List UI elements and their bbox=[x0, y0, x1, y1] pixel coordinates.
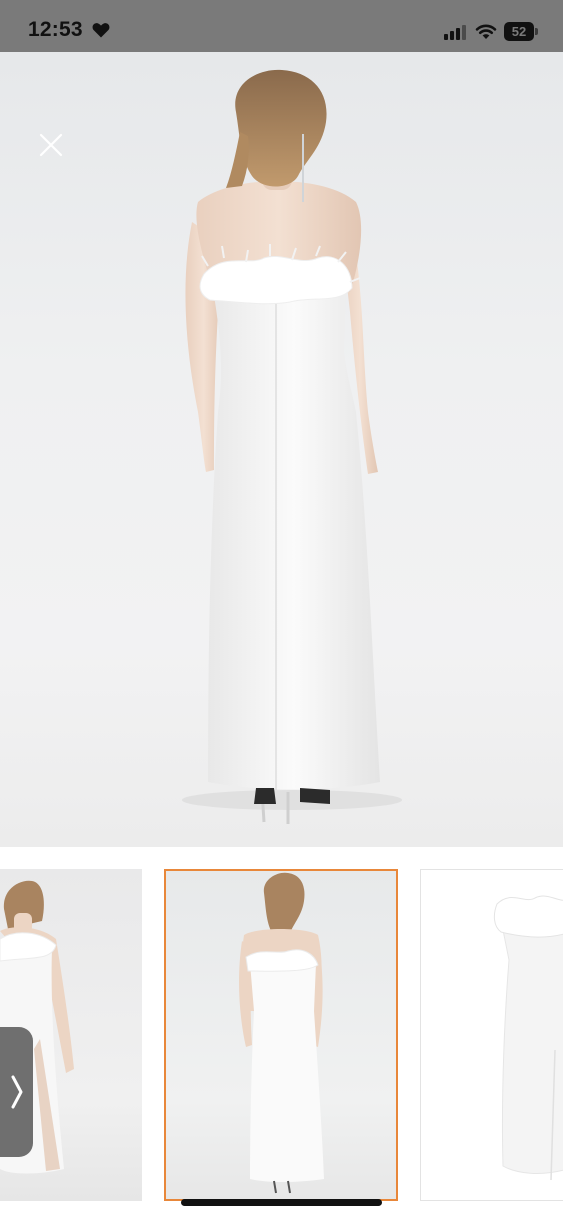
chevron-right-icon bbox=[11, 1075, 22, 1109]
close-icon[interactable] bbox=[38, 132, 64, 158]
home-indicator[interactable] bbox=[181, 1199, 382, 1206]
battery-level: 52 bbox=[504, 22, 534, 41]
thumbnail-back-view-selected[interactable] bbox=[164, 869, 398, 1201]
wifi-icon bbox=[475, 24, 497, 39]
cellular-signal-icon bbox=[444, 24, 466, 40]
status-time: 12:53 bbox=[28, 18, 83, 41]
thumbnail-image bbox=[239, 872, 324, 1194]
main-product-image[interactable] bbox=[0, 52, 563, 847]
thumbnail-strip bbox=[0, 847, 563, 1218]
status-bar: 12:53 52 bbox=[0, 0, 563, 52]
heart-icon bbox=[92, 23, 110, 38]
thumbnail-product-view[interactable] bbox=[420, 869, 563, 1201]
next-image-button[interactable] bbox=[0, 1027, 33, 1157]
thumbnail-image bbox=[493, 895, 563, 1181]
product-photo-back-view bbox=[182, 69, 402, 824]
battery-icon: 52 bbox=[504, 22, 538, 41]
